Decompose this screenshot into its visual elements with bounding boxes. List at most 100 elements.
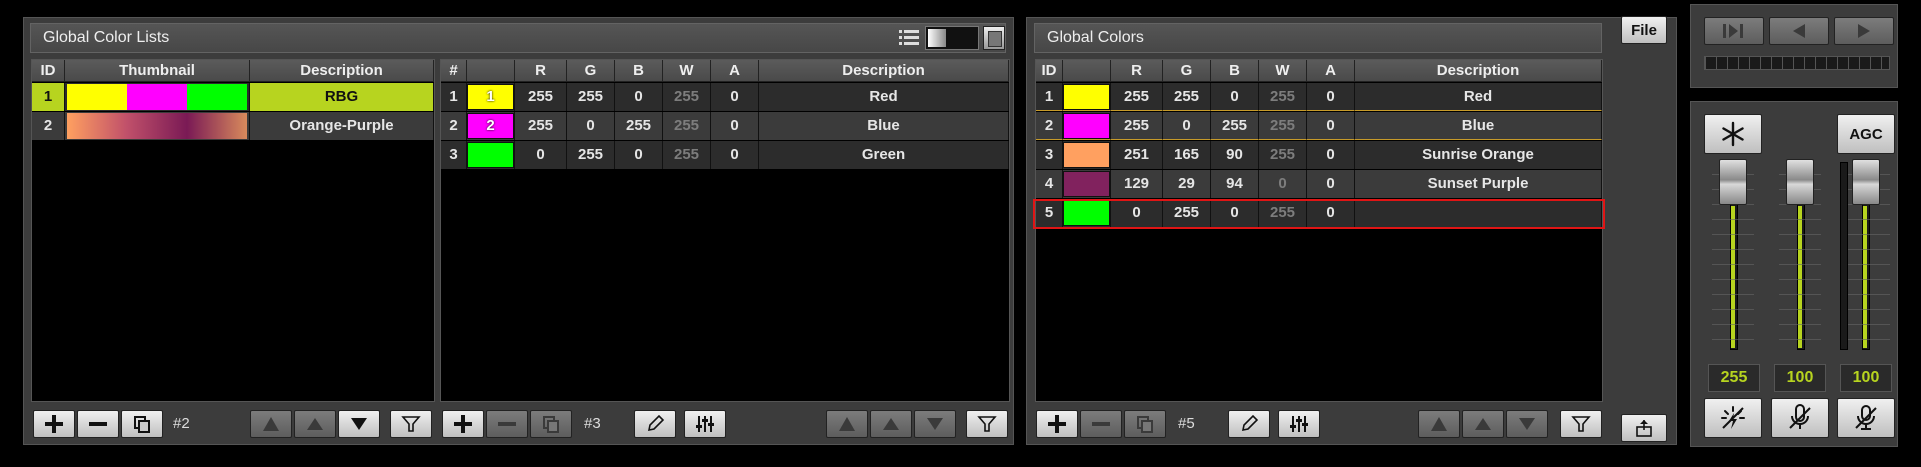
fader-handle[interactable]: [1852, 159, 1880, 205]
remove-button[interactable]: [77, 410, 119, 438]
edit-button[interactable]: [1228, 410, 1270, 438]
thumbnail-view-toggle[interactable]: [925, 26, 979, 50]
move-top-icon: [263, 417, 279, 431]
row-color-swatch[interactable]: [1063, 83, 1111, 111]
fader-handle[interactable]: [1786, 159, 1814, 205]
selected-row-outline: [1033, 199, 1605, 229]
row-description: RBG: [250, 83, 434, 111]
arrow-up-icon: [1475, 418, 1491, 430]
table-row[interactable]: 1 255 255 0 255 0 Red: [1036, 83, 1602, 111]
window-toggle-icon[interactable]: [983, 26, 1005, 50]
row-color-swatch[interactable]: [467, 141, 515, 169]
move-top-button[interactable]: [250, 410, 292, 438]
mute-sound-button[interactable]: [1771, 398, 1829, 438]
position-slider[interactable]: [1704, 56, 1890, 70]
table-header: ID R G B W A Description: [1036, 60, 1602, 82]
row-alpha: 0: [1307, 170, 1355, 198]
list-view-icon[interactable]: [898, 27, 920, 49]
move-up-button[interactable]: [294, 410, 336, 438]
move-up-button[interactable]: [1462, 410, 1504, 438]
color-swatch: 1: [467, 84, 514, 110]
row-color-swatch[interactable]: 1: [467, 83, 515, 111]
row-white: 255: [1259, 83, 1307, 111]
table-row[interactable]: 2 255 0 255 255 0 Blue: [1036, 112, 1602, 140]
move-up-button[interactable]: [870, 410, 912, 438]
table-row[interactable]: 3 0 255 0 255 0 Green: [441, 141, 1009, 169]
row-description: Sunrise Orange: [1355, 141, 1602, 169]
row-color-swatch[interactable]: 2: [467, 112, 515, 140]
table-row[interactable]: 2 2 255 0 255 255 0 Blue: [441, 112, 1009, 140]
row-description: Sunset Purple: [1355, 170, 1602, 198]
row-id: 1: [32, 83, 65, 111]
row-green: 0: [1163, 112, 1211, 140]
row-green: 29: [1163, 170, 1211, 198]
row-white: 255: [663, 83, 711, 111]
table-row[interactable]: 2 Orange-Purple: [32, 112, 434, 140]
table-row[interactable]: 1 RBG: [32, 83, 434, 111]
remove-color-button[interactable]: [486, 410, 528, 438]
row-thumbnail: [65, 112, 250, 140]
filter-icon: [977, 416, 997, 432]
filter-button[interactable]: [390, 410, 432, 438]
previous-button[interactable]: [1769, 17, 1829, 45]
agc-label: AGC: [1849, 125, 1883, 143]
list-colors-table: # R G B W A Description 1 1 255 255 0 255 0 Red 2 2 255 0…: [440, 59, 1010, 402]
add-color-button[interactable]: [1036, 410, 1078, 438]
strobe-button[interactable]: [1704, 398, 1762, 438]
play-pause-button[interactable]: [1704, 17, 1764, 45]
table-row[interactable]: 4 129 29 94 0 0 Sunset Purple: [1036, 170, 1602, 198]
duplicate-button[interactable]: [121, 410, 163, 438]
col-header: ID: [1036, 60, 1063, 82]
filter-button[interactable]: [966, 410, 1008, 438]
duplicate-color-button[interactable]: [1124, 410, 1166, 438]
row-alpha: 0: [1307, 141, 1355, 169]
row-blue: 255: [1211, 112, 1259, 140]
edit-button[interactable]: [634, 410, 676, 438]
row-red: 129: [1111, 170, 1163, 198]
next-button[interactable]: [1834, 17, 1894, 45]
add-button[interactable]: [33, 410, 75, 438]
pencil-icon: [1241, 414, 1259, 432]
row-id: 2: [1036, 112, 1063, 140]
row-color-swatch[interactable]: [1063, 141, 1111, 169]
move-down-button[interactable]: [338, 410, 380, 438]
move-top-icon: [1431, 417, 1447, 431]
file-button[interactable]: File: [1621, 16, 1667, 44]
row-green: 255: [567, 83, 615, 111]
row-red: 255: [515, 112, 567, 140]
filter-button[interactable]: [1560, 410, 1602, 438]
row-red: 255: [1111, 112, 1163, 140]
mixer-button[interactable]: [1278, 410, 1320, 438]
minus-icon: [1092, 422, 1110, 426]
row-white: 255: [663, 141, 711, 169]
col-header: #: [441, 60, 467, 82]
fader-handle[interactable]: [1719, 159, 1747, 205]
filter-icon: [401, 416, 421, 432]
color-swatch: 2: [467, 113, 514, 139]
agc-button[interactable]: AGC: [1837, 114, 1895, 154]
remove-color-button[interactable]: [1080, 410, 1122, 438]
row-color-swatch[interactable]: [1063, 170, 1111, 198]
arrow-left-icon: [1793, 24, 1805, 38]
export-button[interactable]: [1621, 414, 1667, 442]
move-down-button[interactable]: [1506, 410, 1548, 438]
duplicate-color-button[interactable]: [530, 410, 572, 438]
row-description: Blue: [1355, 112, 1602, 140]
color-swatch: [467, 142, 514, 168]
freeze-button[interactable]: [1704, 114, 1762, 154]
mute-mic-button[interactable]: [1837, 398, 1895, 438]
move-top-button[interactable]: [1418, 410, 1460, 438]
table-row[interactable]: 1 1 255 255 0 255 0 Red: [441, 83, 1009, 111]
col-header: G: [567, 60, 615, 82]
mixer-button[interactable]: [684, 410, 726, 438]
export-icon: [1636, 420, 1652, 437]
row-blue: 0: [615, 141, 663, 169]
table-row[interactable]: 3 251 165 90 255 0 Sunrise Orange: [1036, 141, 1602, 169]
row-color-swatch[interactable]: [1063, 112, 1111, 140]
fader-value: 100: [1774, 364, 1826, 392]
arrow-down-icon: [351, 418, 367, 430]
panel-title: Global Color Lists: [43, 29, 170, 46]
move-top-button[interactable]: [826, 410, 868, 438]
move-down-button[interactable]: [914, 410, 956, 438]
add-color-button[interactable]: [442, 410, 484, 438]
